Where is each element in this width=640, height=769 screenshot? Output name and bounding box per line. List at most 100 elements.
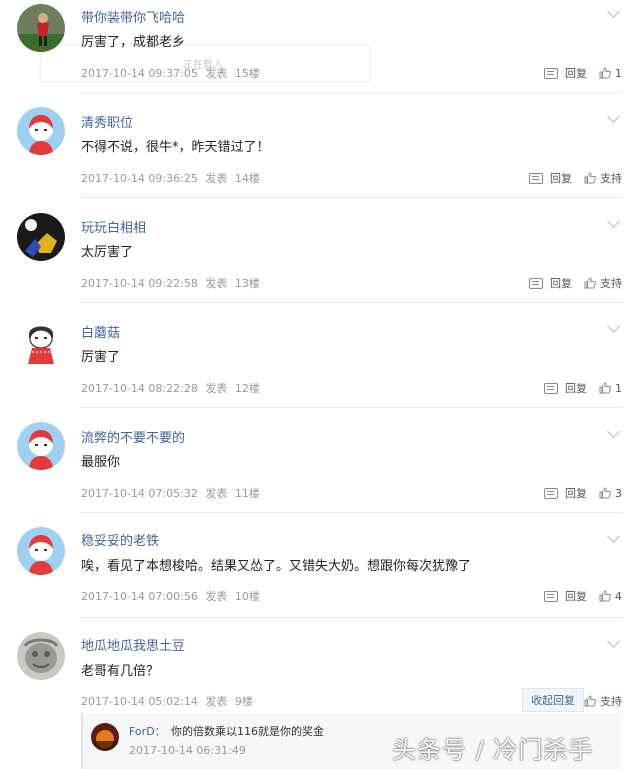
like-count: 1: [615, 381, 622, 395]
reply-button[interactable]: 回复: [544, 485, 587, 501]
comment-meta: 2017-10-14 08:22:28 发表 12楼: [81, 380, 264, 396]
floor-label: 11楼: [234, 487, 260, 500]
comment-time: 2017-10-14 09:22:58: [81, 277, 198, 290]
thumbs-up-icon: [599, 382, 611, 394]
chevron-down-icon[interactable]: [607, 215, 620, 228]
like-count: 4: [615, 589, 622, 603]
sub-reply-text: 你的倍数乘以116就是你的奖金: [171, 725, 324, 738]
comment-username[interactable]: 清秀职位: [81, 112, 133, 131]
reply-icon: [544, 382, 558, 394]
like-count: 3: [615, 486, 622, 500]
reply-label: 回复: [565, 382, 587, 395]
comment-actions: 回复 3: [544, 485, 622, 501]
avatar[interactable]: [17, 527, 65, 575]
reply-icon: [544, 487, 558, 499]
avatar[interactable]: [17, 422, 65, 470]
reply-button[interactable]: 回复: [544, 588, 587, 604]
like-button[interactable]: 3: [599, 487, 622, 500]
watermark-text: 头条号 / 冷门杀手: [392, 736, 594, 764]
thumbs-up-icon: [599, 590, 611, 602]
sub-reply-time: 2017-10-14 06:31:49: [129, 744, 246, 757]
avatar[interactable]: [17, 632, 65, 680]
comment-username[interactable]: 带你装带你飞哈哈: [81, 7, 185, 26]
like-button[interactable]: 支持: [584, 275, 622, 291]
thumbs-up-icon: [599, 67, 611, 79]
publish-label: 发表: [205, 67, 228, 80]
avatar[interactable]: [17, 213, 65, 261]
comment-text: 厉害了，成都老乡: [81, 35, 186, 50]
comment-actions: 回复 1: [544, 380, 622, 396]
floor-label: 10楼: [234, 590, 260, 603]
comment-text: 厉害了: [81, 350, 121, 365]
avatar[interactable]: [17, 318, 65, 366]
comment-meta: 2017-10-14 09:22:58 发表 13楼: [81, 275, 264, 291]
divider: [81, 302, 622, 303]
like-button[interactable]: 支持: [584, 693, 622, 709]
comment-username[interactable]: 白蘑菇: [81, 322, 120, 341]
reply-icon: [529, 172, 543, 184]
chevron-down-icon[interactable]: [607, 425, 620, 438]
comment-actions: 回复 支持: [529, 275, 622, 291]
like-button[interactable]: 1: [599, 67, 622, 80]
publish-label: 发表: [205, 172, 228, 185]
thumbs-up-icon: [584, 172, 596, 184]
thumbs-up-icon: [584, 277, 596, 289]
like-label: 支持: [600, 277, 622, 290]
like-button[interactable]: 支持: [584, 170, 622, 186]
reply-button[interactable]: 回复: [544, 65, 587, 81]
comment-time: 2017-10-14 09:37:05: [81, 67, 198, 80]
publish-label: 发表: [205, 590, 228, 603]
comment-username[interactable]: 流弊的不要不要的: [81, 427, 185, 446]
comment-meta: 2017-10-14 09:36:25 发表 14楼: [81, 170, 264, 186]
like-button[interactable]: 1: [599, 382, 622, 395]
like-count: 1: [615, 66, 622, 80]
thumbs-up-icon: [584, 695, 596, 707]
avatar[interactable]: [17, 4, 65, 52]
comment-time: 2017-10-14 09:36:25: [81, 172, 198, 185]
publish-label: 发表: [205, 487, 228, 500]
reply-button[interactable]: 回复: [544, 380, 587, 396]
chevron-down-icon[interactable]: [607, 320, 620, 333]
comment-actions: 回复 1: [544, 65, 622, 81]
floor-label: 12楼: [234, 382, 260, 395]
comment-meta: 2017-10-14 09:37:05 发表 15楼: [81, 65, 264, 81]
reply-icon: [544, 590, 558, 602]
chevron-down-icon[interactable]: [607, 530, 620, 543]
avatar[interactable]: [17, 107, 65, 155]
reply-label: 回复: [565, 67, 587, 80]
publish-label: 发表: [205, 382, 228, 395]
divider: [81, 512, 622, 513]
reply-icon: [544, 67, 558, 79]
like-label: 支持: [600, 172, 622, 185]
reply-label: 回复: [565, 590, 587, 603]
comment-time: 2017-10-14 07:00:56: [81, 590, 198, 603]
thumbs-up-icon: [599, 487, 611, 499]
reply-label: 回复: [550, 277, 572, 290]
comment-time: 2017-10-14 07:05:32: [81, 487, 198, 500]
reply-button[interactable]: 回复: [529, 170, 572, 186]
collapse-replies-button[interactable]: 收起回复: [522, 688, 584, 712]
chevron-down-icon[interactable]: [607, 635, 620, 648]
chevron-down-icon[interactable]: [607, 5, 620, 18]
comment-actions: 支持: [584, 693, 622, 709]
comment-meta: 2017-10-14 07:00:56 发表 10楼: [81, 588, 264, 604]
comment-meta: 2017-10-14 05:02:14 发表 9楼: [81, 693, 257, 709]
comment-text: 唉，看见了本想梭哈。结果又怂了。又错失大奶。想跟你每次犹豫了: [81, 559, 472, 574]
divider: [81, 407, 622, 408]
reply-label: 回复: [550, 172, 572, 185]
comment-time: 2017-10-14 05:02:14: [81, 695, 198, 708]
floor-label: 13楼: [234, 277, 260, 290]
sub-reply-username[interactable]: ForD：: [129, 723, 166, 739]
reply-button[interactable]: 回复: [529, 275, 572, 291]
comment-username[interactable]: 地瓜地瓜我思土豆: [81, 635, 185, 654]
chevron-down-icon[interactable]: [607, 110, 620, 123]
comment-text: 老哥有几倍？: [81, 664, 160, 679]
comment-username[interactable]: 玩玩白相相: [81, 217, 146, 236]
avatar[interactable]: [91, 723, 119, 751]
like-button[interactable]: 4: [599, 590, 622, 603]
comment-username[interactable]: 稳妥妥的老铁: [81, 530, 159, 549]
publish-label: 发表: [205, 277, 228, 290]
comment-time: 2017-10-14 08:22:28: [81, 382, 198, 395]
comment-text: 最服你: [81, 455, 121, 470]
like-label: 支持: [600, 695, 622, 708]
